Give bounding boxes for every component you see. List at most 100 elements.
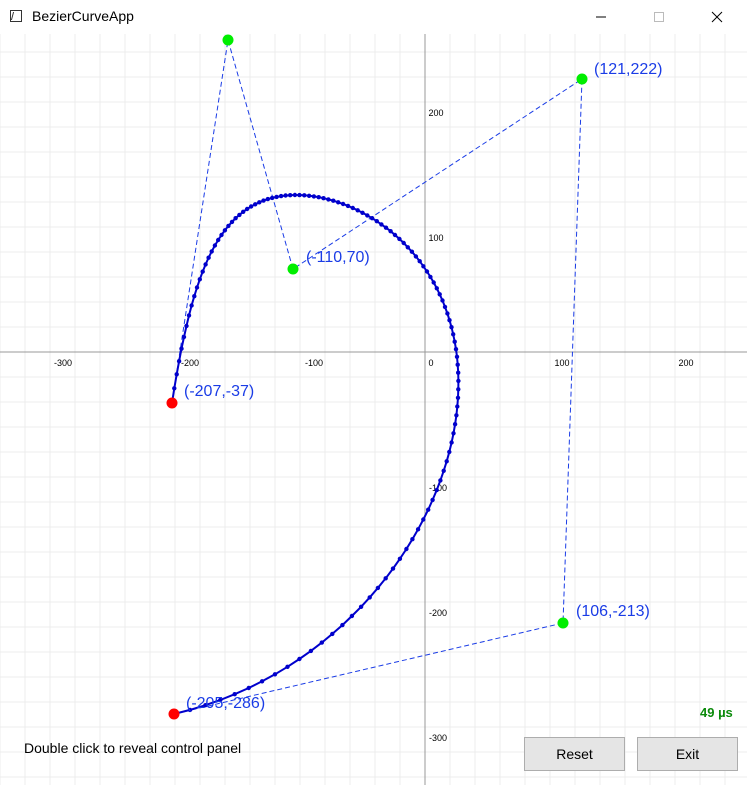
curve-sample-point — [451, 431, 456, 436]
curve-sample-point — [321, 196, 326, 201]
x-tick-label: -100 — [305, 358, 323, 368]
app-icon — [10, 10, 22, 22]
curve-sample-point — [283, 193, 288, 198]
curve-sample-point — [233, 216, 238, 221]
control-point-bottom-right[interactable] — [557, 617, 569, 629]
curve-sample-point — [451, 332, 456, 337]
curve-sample-point — [194, 285, 200, 290]
drawing-canvas[interactable]: -300 -200 -100 0 100 200 200 100 -100 -2… — [0, 34, 747, 785]
curve-sample-point — [365, 213, 370, 218]
curve-sample-point — [444, 459, 449, 464]
curve-sample-dots — [169, 192, 461, 717]
curve-sample-point — [383, 576, 388, 581]
curve-sample-point — [241, 209, 246, 214]
curve-sample-point — [350, 205, 355, 211]
curve-sample-point — [445, 311, 450, 316]
curve-sample-point — [455, 404, 460, 409]
curve-sample-point — [292, 192, 298, 198]
curve-sample-point — [265, 196, 270, 202]
curve-sample-point — [181, 334, 187, 340]
bezier-curve-path — [171, 193, 460, 715]
curve-sample-point — [452, 339, 457, 344]
curve-sample-point — [437, 292, 442, 297]
curve-sample-point — [197, 277, 202, 282]
curve-sample-point — [355, 208, 360, 213]
curve-sample-point — [456, 370, 461, 375]
control-point-end[interactable] — [168, 708, 180, 720]
curve-sample-point — [184, 323, 189, 329]
maximize-button[interactable] — [636, 0, 682, 34]
curve-sample-point — [246, 685, 251, 691]
bezier-curve — [169, 192, 461, 717]
control-point-top[interactable] — [222, 34, 234, 46]
curve-sample-point — [297, 656, 302, 662]
curve-sample-point — [413, 254, 419, 259]
curve-sample-point — [297, 192, 302, 198]
curve-sample-point — [404, 546, 409, 552]
curve-sample-point — [456, 378, 461, 384]
curve-sample-point — [209, 249, 214, 254]
curve-sample-point — [229, 219, 235, 225]
curve-sample-point — [405, 245, 410, 250]
curve-sample-point — [174, 372, 179, 377]
x-tick-label: 100 — [554, 358, 569, 368]
curve-sample-point — [261, 198, 266, 203]
control-point-top-right[interactable] — [576, 73, 588, 85]
curve-sample-point — [453, 347, 459, 352]
curve-sample-point — [397, 556, 403, 561]
curve-sample-point — [454, 354, 460, 359]
curve-sample-point — [244, 206, 250, 212]
point-label: (-207,-37) — [184, 383, 254, 400]
curve-sample-point — [390, 566, 396, 571]
curve-sample-point — [219, 232, 224, 238]
curve-sample-point — [340, 201, 346, 207]
curve-sample-point — [438, 478, 443, 483]
curve-sample-point — [434, 487, 439, 493]
close-button[interactable] — [694, 0, 740, 34]
control-point-inner[interactable] — [287, 263, 299, 275]
point-label: (106,-213) — [576, 603, 650, 620]
exit-button[interactable]: Exit — [637, 737, 738, 771]
curve-sample-point — [415, 527, 421, 532]
y-tick-label: -200 — [429, 608, 447, 618]
curve-sample-point — [189, 303, 194, 308]
curve-sample-point — [388, 229, 393, 234]
point-label: (-110,70) — [306, 249, 370, 266]
curve-sample-point — [349, 613, 355, 619]
curve-sample-point — [226, 223, 231, 229]
curve-sample-point — [375, 585, 381, 591]
y-tick-label: 200 — [428, 108, 443, 118]
x-tick-label: -200 — [181, 358, 199, 368]
curve-sample-point — [449, 440, 454, 445]
curve-sample-point — [440, 298, 445, 303]
reset-button[interactable]: Reset — [524, 737, 625, 771]
curve-sample-point — [203, 262, 208, 267]
curve-sample-point — [456, 387, 461, 392]
curve-sample-point — [397, 236, 402, 242]
window-title: BezierCurveApp — [32, 8, 134, 24]
y-tick-label: 100 — [428, 233, 443, 243]
curve-sample-point — [426, 507, 431, 512]
minimize-button[interactable] — [578, 0, 624, 34]
curve-sample-point — [319, 640, 324, 645]
curve-sample-point — [410, 537, 415, 542]
curve-sample-point — [447, 318, 452, 323]
curve-sample-point — [285, 664, 290, 669]
curve-sample-point — [379, 222, 384, 227]
curve-sample-point — [358, 604, 364, 609]
curve-sample-point — [340, 622, 345, 628]
curve-sample-point — [274, 194, 279, 200]
control-point-labels: (-207,-37) (-110,70) (121,222) (106,-213… — [184, 61, 663, 712]
curve-sample-point — [306, 193, 312, 198]
x-tick-label: 0 — [428, 358, 433, 368]
curve-sample-point — [288, 193, 293, 198]
point-label: (121,222) — [594, 61, 663, 78]
curve-sample-point — [176, 359, 182, 364]
control-point-start[interactable] — [166, 397, 178, 409]
curve-sample-point — [428, 274, 433, 280]
curve-sample-point — [455, 395, 461, 400]
curve-sample-point — [421, 517, 426, 522]
curve-sample-point — [206, 255, 211, 260]
curve-sample-point — [270, 195, 275, 201]
curve-sample-point — [326, 197, 331, 202]
